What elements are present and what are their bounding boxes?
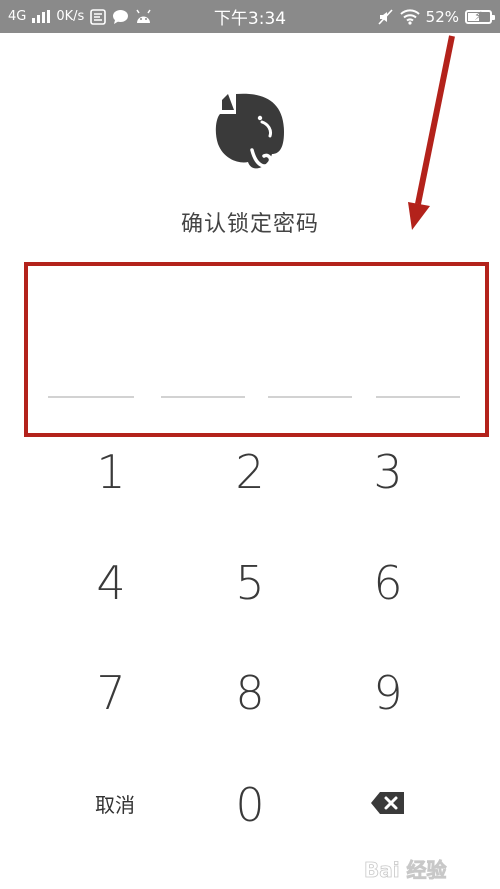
key-5[interactable]: 5 — [190, 543, 310, 623]
pin-slot-2 — [161, 396, 245, 398]
key-3[interactable]: 3 — [328, 432, 448, 512]
baidu-jingyan-watermark: Bai 经验 — [364, 858, 447, 883]
network-speed: 0K/s — [56, 9, 85, 24]
annotation-arrow-icon — [408, 35, 455, 230]
key-6[interactable]: 6 — [328, 543, 448, 623]
key-0[interactable]: 0 — [190, 765, 310, 845]
charging-icon: ⚡ — [474, 8, 483, 23]
notification-app-icon — [90, 8, 107, 25]
svg-text:Bai 经验: Bai 经验 — [364, 858, 447, 882]
pin-slot-3 — [268, 396, 352, 398]
pin-slot-1 — [48, 396, 134, 398]
status-right: 52% ⚡ — [378, 7, 495, 26]
status-bar: 4G 0K/s 下午3:34 52% ⚡ — [0, 0, 500, 33]
key-1[interactable]: 1 — [51, 432, 171, 512]
android-icon — [136, 9, 151, 23]
key-4[interactable]: 4 — [51, 543, 171, 623]
signal-icon — [32, 10, 51, 23]
key-2[interactable]: 2 — [190, 432, 310, 512]
status-left: 4G 0K/s — [8, 8, 152, 25]
backspace-icon — [371, 792, 404, 814]
evernote-elephant-icon — [215, 93, 284, 169]
wifi-icon — [399, 8, 420, 25]
mute-icon — [378, 8, 393, 25]
cancel-button[interactable]: 取消 — [55, 763, 175, 843]
page-title: 确认锁定密码 — [180, 212, 319, 237]
key-8[interactable]: 8 — [190, 653, 310, 733]
chat-bubble-icon — [113, 10, 129, 24]
battery-icon: ⚡ — [465, 8, 495, 24]
key-7[interactable]: 7 — [51, 653, 171, 733]
pin-slot-4 — [376, 396, 460, 398]
key-9[interactable]: 9 — [328, 653, 448, 733]
network-type: 4G — [8, 9, 27, 24]
delete-button[interactable] — [328, 763, 448, 843]
pin-input-area[interactable] — [24, 262, 489, 437]
battery-percent: 52% — [425, 7, 459, 26]
